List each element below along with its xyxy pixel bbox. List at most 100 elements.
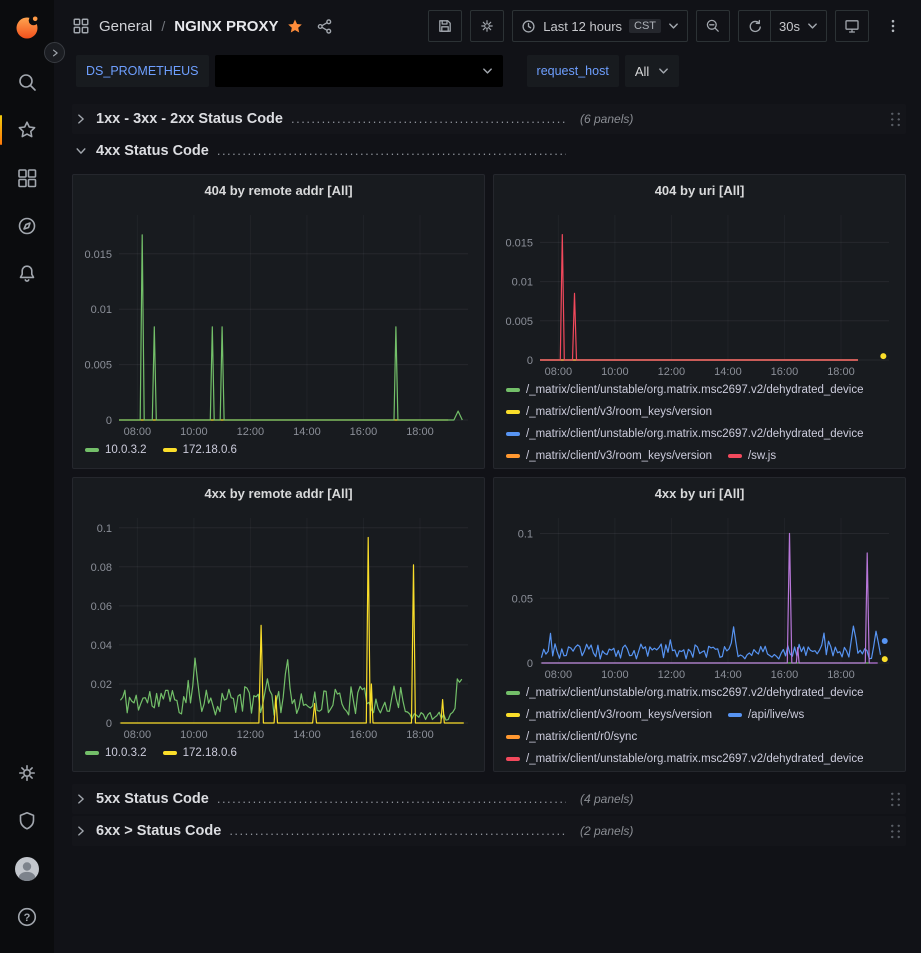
legend-item[interactable]: /_matrix/client/unstable/org.matrix.msc2… [506, 683, 864, 703]
sidebar-item-starred[interactable] [0, 106, 54, 154]
row-header-6xx[interactable]: 6xx > Status Code ......................… [72, 816, 906, 846]
legend-item[interactable]: /_matrix/client/v3/room_keys/version [506, 705, 712, 725]
legend-series-label: 172.18.0.6 [183, 440, 237, 460]
svg-text:12:00: 12:00 [237, 729, 265, 741]
request-host-select[interactable]: All [625, 55, 679, 87]
legend-series-label: /_matrix/client/v3/room_keys/version [526, 446, 712, 466]
breadcrumb-dashboard-title[interactable]: NGINX PROXY [174, 18, 278, 35]
svg-text:0.06: 0.06 [91, 601, 112, 613]
chevron-right-icon [75, 825, 87, 837]
chevron-down-icon [807, 22, 818, 30]
panel-legend: /_matrix/client/unstable/org.matrix.msc2… [494, 683, 905, 771]
row-header-1xx[interactable]: 1xx - 3xx - 2xx Status Code ............… [72, 104, 906, 134]
grafana-app: ? General / NGINX PROXY [0, 0, 921, 953]
favorite-star-icon[interactable] [287, 18, 303, 34]
sidebar-item-configuration[interactable] [0, 749, 54, 797]
sidebar-item-search[interactable] [0, 58, 54, 106]
grafana-logo[interactable] [14, 14, 40, 40]
refresh-interval-select[interactable]: 30s [770, 10, 827, 42]
legend-item[interactable]: 172.18.0.6 [163, 743, 237, 763]
sidebar-item-help[interactable]: ? [0, 893, 54, 941]
svg-text:?: ? [24, 912, 31, 924]
chevron-right-icon [50, 48, 60, 58]
legend-item[interactable]: /_matrix/client/unstable/org.matrix.msc2… [506, 749, 864, 769]
main-area: General / NGINX PROXY [54, 0, 921, 953]
svg-text:0.005: 0.005 [84, 360, 112, 372]
time-range-picker[interactable]: Last 12 hours CST [512, 10, 688, 42]
sidebar-item-explore[interactable] [0, 202, 54, 250]
legend-series-swatch [506, 454, 520, 458]
legend-series-label: /_matrix/client/unstable/org.matrix.msc2… [526, 749, 864, 769]
leader-dots: ........................................… [291, 111, 566, 126]
row-drag-handle[interactable] [889, 111, 902, 128]
svg-text:10:00: 10:00 [601, 366, 629, 378]
svg-text:10:00: 10:00 [601, 669, 629, 681]
legend-series-swatch [728, 713, 742, 717]
kebab-menu-icon [885, 17, 901, 35]
zoom-out-button[interactable] [696, 10, 730, 42]
panel-title[interactable]: 404 by uri [All] [494, 175, 905, 205]
share-icon[interactable] [316, 18, 333, 35]
legend-series-swatch [163, 751, 177, 755]
legend-series-swatch [85, 751, 99, 755]
legend-series-label: /api/live/ws [748, 705, 804, 725]
panel-title[interactable]: 4xx by remote addr [All] [73, 478, 484, 508]
datasource-select[interactable] [215, 55, 503, 87]
svg-text:14:00: 14:00 [714, 669, 742, 681]
panel-chart[interactable]: 08:0010:0012:0014:0016:0018:0000.020.040… [73, 508, 484, 743]
row-title: 5xx Status Code [96, 791, 209, 807]
svg-text:0: 0 [527, 355, 533, 367]
svg-text:08:00: 08:00 [124, 729, 152, 741]
row-header-4xx[interactable]: 4xx Status Code ........................… [72, 136, 906, 166]
row-drag-handle[interactable] [889, 791, 902, 808]
legend-item[interactable]: 172.18.0.6 [163, 440, 237, 460]
panel-4xx-by-uri: 4xx by uri [All] 08:0010:0012:0014:0016:… [493, 477, 906, 772]
svg-text:0: 0 [106, 415, 112, 427]
panel-chart[interactable]: 08:0010:0012:0014:0016:0018:0000.050.1 [494, 508, 905, 683]
legend-series-swatch [506, 713, 520, 717]
row-drag-handle[interactable] [889, 823, 902, 840]
sidebar-item-server-admin[interactable] [0, 797, 54, 845]
panel-title[interactable]: 4xx by uri [All] [494, 478, 905, 508]
leader-dots: ........................................… [217, 143, 566, 158]
sidebar-expand-button[interactable] [44, 42, 65, 63]
legend-item[interactable]: /sw.js [728, 446, 776, 466]
legend-item[interactable]: /_matrix/client/unstable/org.matrix.msc2… [506, 424, 864, 444]
svg-text:0.04: 0.04 [91, 640, 112, 652]
panel-legend: 10.0.3.2 172.18.0.6 [73, 440, 484, 468]
svg-text:0.02: 0.02 [91, 679, 112, 691]
legend-item[interactable]: 10.0.3.2 [85, 743, 147, 763]
row-panel-count: (2 panels) [580, 824, 633, 838]
save-dashboard-button[interactable] [428, 10, 462, 42]
row-panel-count: (6 panels) [580, 112, 633, 126]
legend-item[interactable]: 10.0.3.2 [85, 440, 147, 460]
row-header-5xx[interactable]: 5xx Status Code ........................… [72, 784, 906, 814]
kebab-menu-button[interactable] [877, 10, 909, 42]
panel-chart[interactable]: 08:0010:0012:0014:0016:0018:0000.0050.01… [494, 205, 905, 380]
legend-series-swatch [506, 388, 520, 392]
legend-item[interactable]: /_matrix/client/v3/room_keys/version [506, 402, 712, 422]
sidebar-item-alerting[interactable] [0, 250, 54, 298]
panel-title[interactable]: 404 by remote addr [All] [73, 175, 484, 205]
sidebar-item-profile[interactable] [0, 845, 54, 893]
sidebar-item-dashboards[interactable] [0, 154, 54, 202]
svg-text:0.01: 0.01 [91, 304, 112, 316]
legend-item[interactable]: /_matrix/client/v3/room_keys/version [506, 446, 712, 466]
chevron-right-icon [75, 793, 87, 805]
svg-text:12:00: 12:00 [237, 426, 265, 438]
svg-text:10:00: 10:00 [180, 729, 208, 741]
legend-series-label: /_matrix/client/v3/room_keys/version [526, 402, 712, 422]
legend-item[interactable]: /_matrix/client/r0/sync [506, 727, 637, 747]
breadcrumb-section[interactable]: General [99, 18, 152, 35]
dashboard-settings-button[interactable] [470, 10, 504, 42]
refresh-button[interactable] [738, 10, 770, 42]
tv-mode-button[interactable] [835, 10, 869, 42]
legend-item[interactable]: /api/live/ws [728, 705, 804, 725]
svg-text:14:00: 14:00 [293, 729, 321, 741]
legend-item[interactable]: /_matrix/client/unstable/org.matrix.msc2… [506, 380, 864, 400]
svg-text:16:00: 16:00 [771, 669, 799, 681]
datasource-variable-label: DS_PROMETHEUS [76, 55, 209, 87]
svg-text:18:00: 18:00 [406, 729, 434, 741]
panel-chart[interactable]: 08:0010:0012:0014:0016:0018:0000.0050.01… [73, 205, 484, 440]
breadcrumb-separator: / [161, 18, 165, 34]
